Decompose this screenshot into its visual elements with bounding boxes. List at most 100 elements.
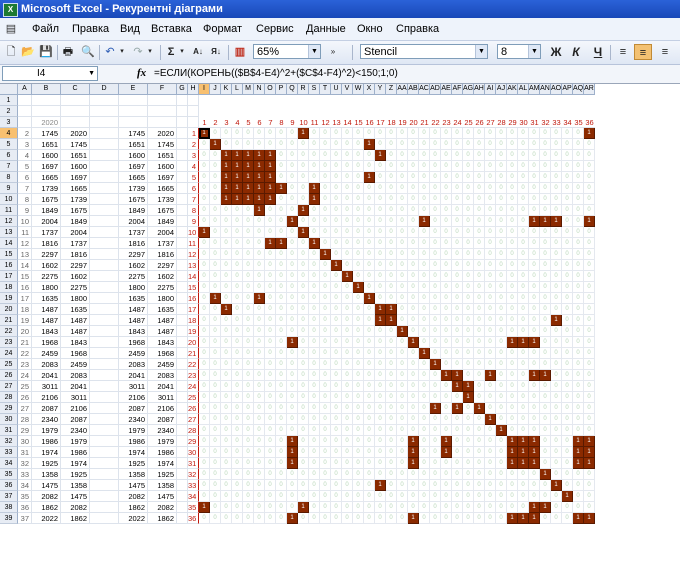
cell[interactable]: 1849 — [119, 205, 148, 216]
matrix-cell[interactable]: 0 — [199, 194, 210, 205]
matrix-cell[interactable]: 0 — [507, 238, 518, 249]
row-header[interactable]: 6 — [0, 150, 18, 161]
matrix-cell[interactable]: 0 — [331, 326, 342, 337]
matrix-cell[interactable]: 0 — [199, 249, 210, 260]
matrix-cell[interactable]: 0 — [397, 381, 408, 392]
cell[interactable]: 23 — [18, 359, 32, 370]
cell[interactable] — [177, 139, 188, 150]
matrix-cell[interactable]: 0 — [573, 425, 584, 436]
cell[interactable]: 1816 — [148, 249, 177, 260]
matrix-cell[interactable]: 0 — [331, 282, 342, 293]
matrix-cell[interactable]: 0 — [441, 491, 452, 502]
matrix-cell[interactable]: 0 — [298, 326, 309, 337]
matrix-cell[interactable]: 0 — [254, 458, 265, 469]
matrix-cell[interactable]: 0 — [518, 293, 529, 304]
matrix-cell[interactable]: 0 — [419, 447, 430, 458]
matrix-cell[interactable]: 0 — [386, 513, 397, 524]
matrix-cell[interactable]: 0 — [331, 436, 342, 447]
cell[interactable]: 1697 — [61, 172, 90, 183]
matrix-cell[interactable]: 0 — [342, 128, 353, 139]
matrix-cell[interactable]: 0 — [353, 491, 364, 502]
matrix-cell[interactable]: 0 — [419, 337, 430, 348]
matrix-cell[interactable]: 0 — [430, 491, 441, 502]
matrix-cell[interactable]: 0 — [496, 128, 507, 139]
matrix-cell[interactable]: 0 — [375, 381, 386, 392]
matrix-cell[interactable]: 0 — [320, 458, 331, 469]
matrix-cell[interactable]: 0 — [529, 304, 540, 315]
matrix-cell[interactable]: 0 — [342, 381, 353, 392]
matrix-cell[interactable]: 0 — [397, 227, 408, 238]
recurrence-mark[interactable]: 1 — [518, 337, 529, 348]
matrix-cell[interactable]: 0 — [265, 513, 276, 524]
recurrence-mark[interactable]: 1 — [551, 315, 562, 326]
matrix-cell[interactable]: 0 — [474, 128, 485, 139]
matrix-cell[interactable]: 0 — [485, 216, 496, 227]
recurrence-mark[interactable]: 1 — [540, 370, 551, 381]
recurrence-mark[interactable]: 1 — [254, 194, 265, 205]
matrix-cell[interactable]: 0 — [386, 216, 397, 227]
recurrence-mark[interactable]: 1 — [551, 216, 562, 227]
matrix-cell[interactable]: 0 — [430, 425, 441, 436]
matrix-cell[interactable]: 0 — [243, 480, 254, 491]
matrix-cell[interactable]: 0 — [540, 326, 551, 337]
row-header[interactable]: 38 — [0, 502, 18, 513]
matrix-cell[interactable]: 0 — [298, 425, 309, 436]
matrix-cell[interactable]: 0 — [496, 183, 507, 194]
matrix-cell[interactable]: 0 — [463, 480, 474, 491]
recurrence-mark[interactable]: 1 — [529, 458, 540, 469]
matrix-cell[interactable]: 0 — [243, 205, 254, 216]
matrix-cell[interactable]: 0 — [353, 150, 364, 161]
matrix-cell[interactable]: 0 — [386, 381, 397, 392]
align-center-icon[interactable]: ≡ — [634, 44, 652, 60]
matrix-cell[interactable]: 0 — [375, 183, 386, 194]
sort-ascending-icon[interactable]: А↓ — [190, 44, 206, 60]
matrix-cell[interactable]: 0 — [551, 172, 562, 183]
cell[interactable]: 1665 — [61, 183, 90, 194]
cell[interactable]: 25 — [18, 381, 32, 392]
matrix-cell[interactable]: 0 — [364, 491, 375, 502]
matrix-cell[interactable]: 0 — [441, 205, 452, 216]
cell[interactable]: 1475 — [119, 480, 148, 491]
matrix-cell[interactable]: 0 — [474, 392, 485, 403]
matrix-cell[interactable]: 0 — [276, 425, 287, 436]
matrix-cell[interactable]: 0 — [419, 150, 430, 161]
matrix-cell[interactable]: 0 — [463, 458, 474, 469]
matrix-cell[interactable]: 0 — [551, 194, 562, 205]
recurrence-mark[interactable]: 1 — [342, 271, 353, 282]
matrix-cell[interactable]: 0 — [276, 458, 287, 469]
cell[interactable]: 1800 — [61, 293, 90, 304]
matrix-cell[interactable]: 0 — [210, 458, 221, 469]
matrix-cell[interactable]: 0 — [298, 480, 309, 491]
row-header[interactable]: 22 — [0, 326, 18, 337]
row-header[interactable]: 15 — [0, 249, 18, 260]
matrix-cell[interactable]: 0 — [386, 359, 397, 370]
cell[interactable]: 2083 — [32, 359, 61, 370]
matrix-cell[interactable]: 0 — [287, 139, 298, 150]
cell[interactable]: 3011 — [32, 381, 61, 392]
matrix-cell[interactable]: 0 — [474, 194, 485, 205]
matrix-cell[interactable]: 0 — [540, 425, 551, 436]
matrix-cell[interactable]: 0 — [463, 403, 474, 414]
matrix-cell[interactable]: 0 — [496, 447, 507, 458]
matrix-cell[interactable]: 0 — [309, 139, 320, 150]
recurrence-mark[interactable]: 1 — [408, 447, 419, 458]
matrix-cell[interactable]: 0 — [375, 491, 386, 502]
cell[interactable]: 33 — [18, 469, 32, 480]
matrix-cell[interactable]: 0 — [463, 447, 474, 458]
recurrence-mark[interactable]: 1 — [485, 370, 496, 381]
recurrence-mark[interactable]: 1 — [254, 205, 265, 216]
matrix-cell[interactable]: 0 — [386, 128, 397, 139]
recurrence-mark[interactable]: 1 — [452, 403, 463, 414]
matrix-cell[interactable]: 0 — [298, 282, 309, 293]
recurrence-mark[interactable]: 1 — [430, 403, 441, 414]
matrix-cell[interactable]: 0 — [265, 381, 276, 392]
matrix-cell[interactable]: 0 — [441, 172, 452, 183]
matrix-cell[interactable]: 0 — [320, 370, 331, 381]
cell[interactable] — [90, 403, 119, 414]
matrix-cell[interactable]: 0 — [507, 293, 518, 304]
recurrence-mark[interactable]: 1 — [221, 304, 232, 315]
cell[interactable]: 2041 — [32, 370, 61, 381]
matrix-cell[interactable]: 0 — [496, 513, 507, 524]
matrix-cell[interactable]: 0 — [232, 271, 243, 282]
matrix-cell[interactable]: 0 — [441, 425, 452, 436]
